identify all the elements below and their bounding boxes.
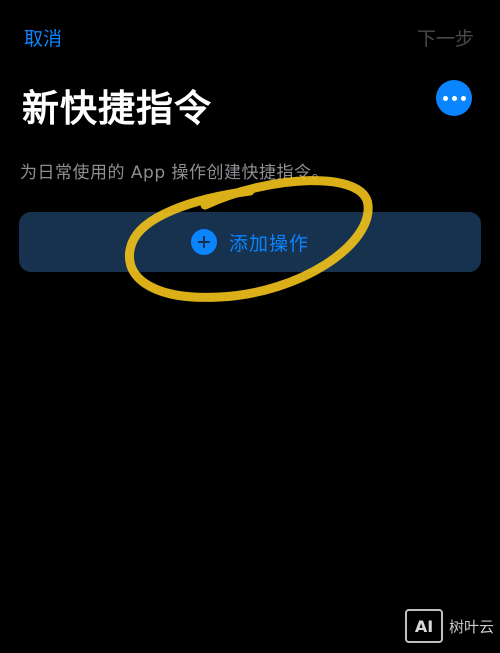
more-options-button[interactable] [436, 80, 472, 116]
next-step-button[interactable]: 下一步 [417, 24, 474, 51]
shortcut-editor-screen: 取消 下一步 新快捷指令 为日常使用的 App 操作创建快捷指令。 添加操作 A… [0, 0, 500, 653]
description-text: 为日常使用的 App 操作创建快捷指令。 [20, 163, 330, 183]
watermark: AI 树叶云 [404, 609, 494, 643]
ellipsis-icon [451, 95, 457, 101]
page-title: 新快捷指令 [22, 87, 212, 130]
watermark-text: 树叶云 [448, 617, 494, 636]
plus-circle-icon [190, 229, 217, 255]
add-action-label: 添加操作 [228, 232, 309, 255]
cancel-button[interactable]: 取消 [24, 24, 62, 51]
watermark-logo: AI [404, 609, 443, 643]
add-action-button[interactable]: 添加操作 [19, 212, 481, 272]
ellipsis-icon [442, 95, 448, 101]
ellipsis-icon [460, 95, 466, 101]
